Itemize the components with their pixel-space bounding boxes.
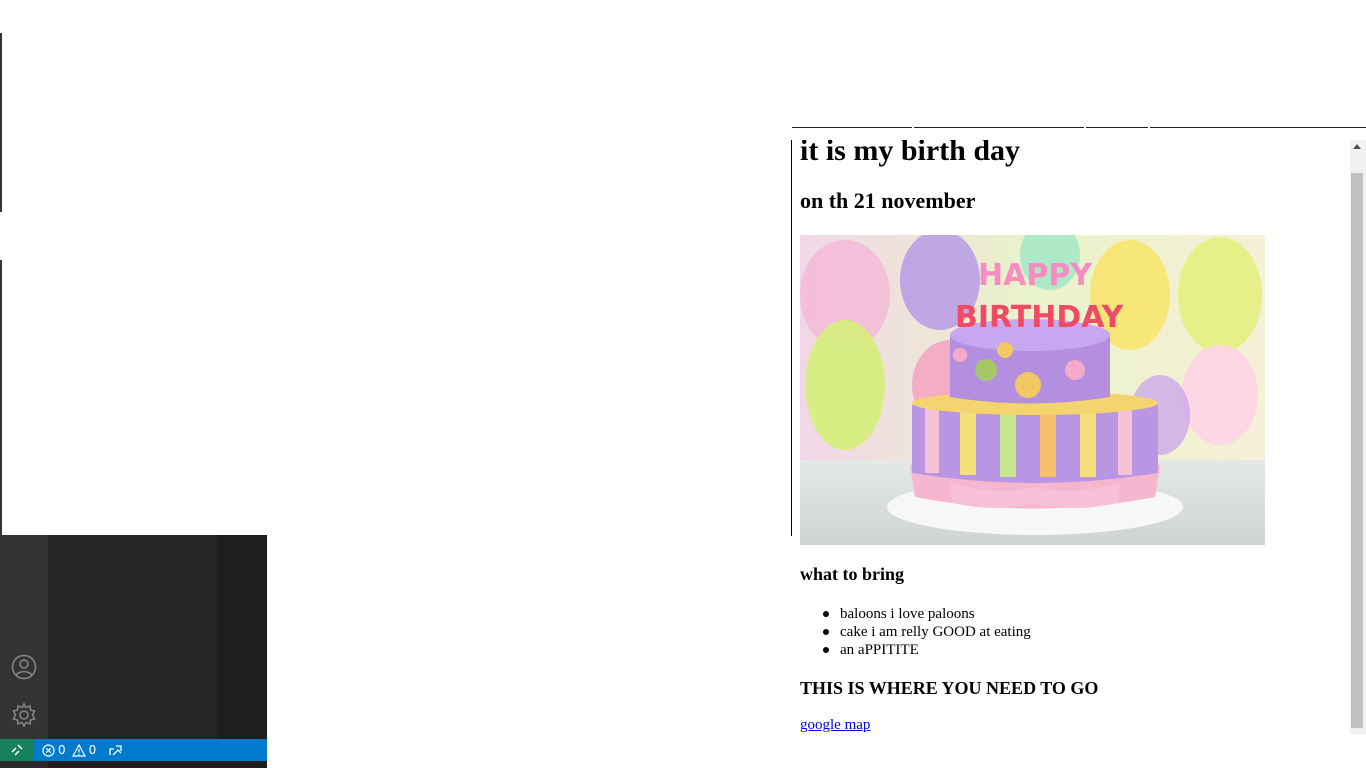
status-bar: 0 0: [0, 739, 267, 761]
side-bar: [48, 535, 218, 739]
what-to-bring-heading: what to bring: [800, 564, 905, 584]
page-heading: it is my birth day: [800, 140, 1021, 167]
problems-indicator[interactable]: 0 0: [42, 739, 96, 761]
where-heading: THIS IS WHERE YOU NEED TO GO: [800, 678, 1099, 698]
live-share-button[interactable]: [108, 739, 123, 761]
activity-bar: [0, 535, 48, 739]
list-item: an aPPITITE: [823, 641, 1031, 659]
browser-preview: it is my birth day on th 21 november HAP…: [792, 140, 1366, 734]
birthday-cake-image: HAPPY BIRTHDAY: [800, 235, 1265, 545]
scroll-thumb[interactable]: [1351, 173, 1363, 728]
page-subheading: on th 21 november: [800, 188, 976, 213]
list-item: baloons i love paloons: [823, 605, 1031, 623]
list-item: cake i am relly GOOD at eating: [823, 624, 1031, 640]
top-divider-3: [1086, 127, 1148, 128]
left-edge-line-top: [0, 33, 2, 212]
svg-text:HAPPY: HAPPY: [978, 258, 1093, 293]
account-icon[interactable]: [10, 653, 38, 681]
error-count: 0: [58, 743, 66, 757]
live-share-icon: [109, 745, 122, 756]
warning-icon: [71, 743, 86, 757]
preview-scrollbar[interactable]: [1350, 140, 1366, 734]
google-map-link[interactable]: google map: [800, 717, 870, 734]
svg-text:BIRTHDAY: BIRTHDAY: [955, 300, 1125, 335]
top-divider-1: [792, 127, 912, 128]
warning-count: 0: [88, 743, 97, 757]
top-divider-2: [914, 127, 1084, 128]
bring-list: baloons i love paloons cake i am relly G…: [823, 605, 1031, 659]
scroll-up-arrow-icon[interactable]: [1353, 144, 1361, 149]
remote-indicator[interactable]: [0, 739, 34, 761]
error-icon: [42, 743, 55, 757]
gear-icon[interactable]: [10, 701, 38, 729]
top-divider-4: [1150, 127, 1366, 128]
editor-area: [218, 535, 267, 739]
panel-strip: [0, 761, 267, 768]
remote-icon: [11, 744, 23, 756]
left-edge-line-bottom: [0, 260, 2, 535]
